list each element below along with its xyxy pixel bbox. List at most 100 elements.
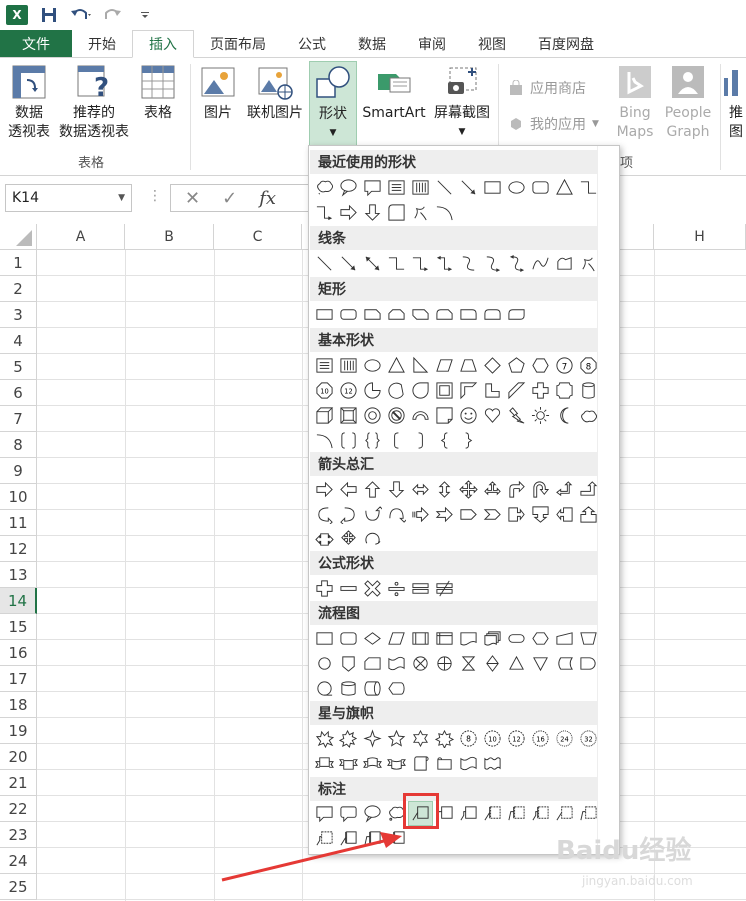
rect-callout-shape[interactable]: [361, 176, 384, 199]
flowchart-stored-data-shape[interactable]: [553, 652, 576, 675]
folded-corner-shape[interactable]: [433, 404, 456, 427]
flowchart-or-shape[interactable]: [433, 652, 456, 675]
block-arc-shape[interactable]: [409, 404, 432, 427]
flowchart-card-shape[interactable]: [361, 652, 384, 675]
rectangle-shape[interactable]: [313, 303, 336, 326]
chevron-shape[interactable]: [481, 503, 504, 526]
select-all-corner[interactable]: [0, 224, 37, 250]
arrow-line-shape[interactable]: [337, 252, 360, 275]
recommended-chart-button[interactable]: 推 图: [724, 64, 746, 142]
flowchart-decision-shape[interactable]: [361, 627, 384, 650]
formula-bar-grip-icon[interactable]: ⋮: [148, 188, 162, 204]
oval-shape[interactable]: [505, 176, 528, 199]
people-graph-button[interactable]: People Graph: [660, 64, 716, 142]
cancel-icon[interactable]: ✕: [185, 188, 200, 209]
rounded-rectangular-callout-shape[interactable]: [337, 802, 360, 825]
dodecagon-shape[interactable]: 12: [337, 379, 360, 402]
row-header[interactable]: 7: [0, 406, 37, 432]
tab-file[interactable]: 文件: [0, 30, 72, 57]
row-header[interactable]: 19: [0, 718, 37, 744]
heptagon-shape[interactable]: 7: [553, 354, 576, 377]
line-callout-1-accent-shape[interactable]: [481, 802, 504, 825]
flowchart-magnetic-disk-shape[interactable]: [337, 677, 360, 700]
curved-double-arrow-shape[interactable]: [505, 252, 528, 275]
star-5-point-shape[interactable]: [385, 727, 408, 750]
right-triangle-shape[interactable]: [409, 354, 432, 377]
flowchart-alternate-process-shape[interactable]: [337, 627, 360, 650]
down-ribbon-shape[interactable]: [337, 752, 360, 775]
wave-shape[interactable]: [457, 752, 480, 775]
row-header[interactable]: 24: [0, 848, 37, 874]
flowchart-display-shape[interactable]: [385, 677, 408, 700]
horizontal-scroll-shape[interactable]: [433, 752, 456, 775]
sun-shape[interactable]: [529, 404, 552, 427]
row-header[interactable]: 1: [0, 250, 37, 276]
snip-same-side-shape[interactable]: [385, 303, 408, 326]
left-right-arrow-shape[interactable]: [409, 478, 432, 501]
bing-maps-button[interactable]: Bing Maps: [612, 64, 658, 142]
curved-arrow-connector-shape[interactable]: [481, 252, 504, 275]
round-single-corner-shape[interactable]: [457, 303, 480, 326]
line-callout-3-border-accent-shape[interactable]: [385, 827, 408, 850]
plaque-shape[interactable]: [553, 379, 576, 402]
shapes-gallery-dropdown[interactable]: 最近使用的形状 线条 矩形 基本形状 7 8 10 12 箭头总汇 公式形状 流…: [308, 145, 620, 855]
up-down-arrow-shape[interactable]: [433, 478, 456, 501]
explosion-1-shape[interactable]: [313, 727, 336, 750]
row-header[interactable]: 11: [0, 510, 37, 536]
flowchart-internal-storage-shape[interactable]: [433, 627, 456, 650]
curved-up-arrow-shape[interactable]: [361, 503, 384, 526]
bent-arrow-shape[interactable]: [505, 478, 528, 501]
explosion-2-shape[interactable]: [337, 727, 360, 750]
column-header[interactable]: H: [654, 224, 746, 250]
flowchart-connector-shape[interactable]: [313, 652, 336, 675]
save-icon[interactable]: [38, 4, 60, 26]
smartart-button[interactable]: SmartArt: [360, 64, 428, 123]
shapes-button[interactable]: 形状 ▼: [309, 61, 357, 147]
moon-shape[interactable]: [553, 404, 576, 427]
double-arrow-line-shape[interactable]: [361, 252, 384, 275]
star-10-point-shape[interactable]: 10: [481, 727, 504, 750]
elbow-arrow-connector-shape[interactable]: [409, 252, 432, 275]
bevel-shape[interactable]: [337, 404, 360, 427]
star-32-point-shape[interactable]: 32: [577, 727, 600, 750]
star-12-point-shape[interactable]: 12: [505, 727, 528, 750]
star-24-point-shape[interactable]: 24: [553, 727, 576, 750]
flowchart-delay-shape[interactable]: [577, 652, 600, 675]
row-header[interactable]: 23: [0, 822, 37, 848]
flowchart-multidocument-shape[interactable]: [481, 627, 504, 650]
line-callout-3-accent-shape[interactable]: [529, 802, 552, 825]
u-turn-arrow-shape[interactable]: [529, 478, 552, 501]
up-arrow-callout-shape[interactable]: [577, 503, 600, 526]
double-bracket-shape[interactable]: [337, 429, 360, 452]
oval-callout-shape[interactable]: [361, 802, 384, 825]
flowchart-preparation-shape[interactable]: [529, 627, 552, 650]
snip-single-corner-shape[interactable]: [361, 303, 384, 326]
snip-rectangle-shape[interactable]: [385, 201, 408, 224]
gallery-scrollbar[interactable]: [597, 146, 619, 854]
hexagon-shape[interactable]: [529, 354, 552, 377]
flowchart-manual-operation-shape[interactable]: [577, 627, 600, 650]
row-header[interactable]: 9: [0, 458, 37, 484]
online-picture-button[interactable]: 联机图片: [244, 64, 306, 123]
tab-formulas[interactable]: 公式: [282, 30, 342, 57]
line-callout-2-accent-shape[interactable]: [505, 802, 528, 825]
flowchart-collate-shape[interactable]: [457, 652, 480, 675]
quad-arrow-shape[interactable]: [457, 478, 480, 501]
can-shape[interactable]: [577, 379, 600, 402]
parallelogram-shape[interactable]: [433, 354, 456, 377]
triangle-shape[interactable]: [385, 354, 408, 377]
flowchart-direct-access-storage-shape[interactable]: [361, 677, 384, 700]
double-brace-shape[interactable]: [361, 429, 384, 452]
elbow-arrow-connector-shape[interactable]: [313, 201, 336, 224]
down-arrow-shape[interactable]: [361, 201, 384, 224]
text-box-shape[interactable]: [385, 176, 408, 199]
row-header[interactable]: 4: [0, 328, 37, 354]
vertical-scroll-shape[interactable]: [409, 752, 432, 775]
flowchart-summing-junction-shape[interactable]: [409, 652, 432, 675]
row-header[interactable]: 10: [0, 484, 37, 510]
quad-arrow-callout-shape[interactable]: [337, 528, 360, 551]
vertical-text-box-shape[interactable]: [409, 176, 432, 199]
smiley-face-shape[interactable]: [457, 404, 480, 427]
star-4-point-shape[interactable]: [361, 727, 384, 750]
curved-right-arrow-shape[interactable]: [313, 503, 336, 526]
